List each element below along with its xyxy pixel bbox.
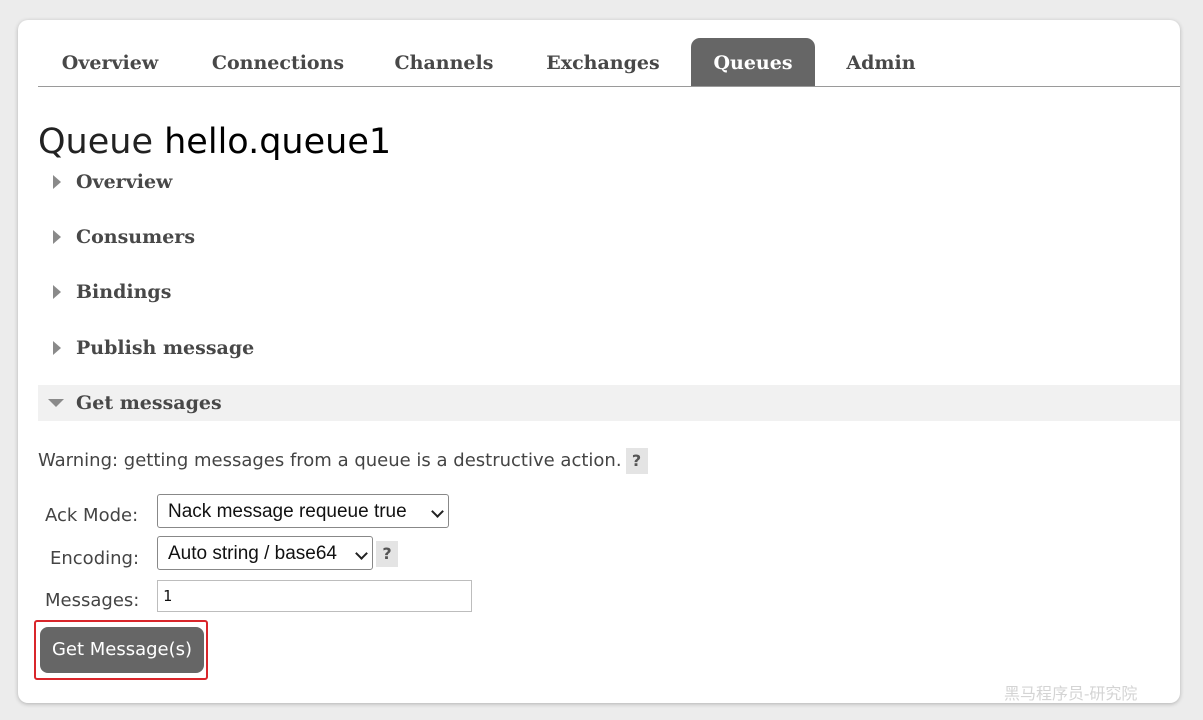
ack-mode-select[interactable]: Nack message requeue true	[157, 494, 449, 528]
screenshot-frame: Overview Connections Channels Exchanges …	[0, 0, 1203, 720]
encoding-label: Encoding:	[50, 548, 140, 569]
help-icon[interactable]: ?	[376, 541, 398, 567]
chevron-down-icon	[355, 547, 368, 560]
chevron-down-icon	[431, 505, 444, 518]
section-label: Overview	[76, 171, 173, 193]
warning-text: Warning: getting messages from a queue i…	[38, 450, 622, 471]
triangle-right-icon	[53, 341, 61, 355]
section-overview[interactable]: Overview	[38, 164, 1180, 200]
ack-mode-label: Ack Mode:	[45, 505, 139, 526]
page-title: Queue hello.queue1	[38, 119, 391, 165]
ack-mode-value: Nack message requeue true	[168, 501, 407, 522]
tab-overview[interactable]: Overview	[38, 38, 182, 86]
get-messages-button[interactable]: Get Message(s)	[40, 627, 204, 673]
tab-connections[interactable]: Connections	[198, 38, 358, 86]
section-publish-message[interactable]: Publish message	[38, 330, 1180, 366]
encoding-select[interactable]: Auto string / base64	[157, 536, 373, 570]
triangle-right-icon	[53, 285, 61, 299]
tab-queues[interactable]: Queues	[691, 38, 815, 86]
section-get-messages[interactable]: Get messages	[38, 385, 1180, 421]
section-label: Publish message	[76, 337, 255, 359]
section-label: Consumers	[76, 226, 196, 248]
page-title-prefix: Queue	[38, 122, 153, 162]
encoding-value: Auto string / base64	[168, 543, 337, 564]
help-icon[interactable]: ?	[625, 448, 648, 474]
section-bindings[interactable]: Bindings	[38, 274, 1180, 310]
triangle-right-icon	[53, 175, 61, 189]
triangle-down-icon	[48, 399, 64, 407]
queue-name: hello.queue1	[164, 122, 392, 162]
messages-label: Messages:	[45, 590, 140, 611]
tab-admin[interactable]: Admin	[828, 38, 934, 86]
main-panel: Overview Connections Channels Exchanges …	[18, 20, 1180, 703]
section-consumers[interactable]: Consumers	[38, 219, 1180, 255]
triangle-right-icon	[53, 230, 61, 244]
destructive-warning: Warning: getting messages from a queue i…	[38, 446, 648, 476]
section-label: Get messages	[76, 392, 222, 414]
tab-channels[interactable]: Channels	[378, 38, 510, 86]
section-label: Bindings	[76, 281, 172, 303]
tab-exchanges[interactable]: Exchanges	[530, 38, 676, 86]
watermark-text: 黑马程序员-研究院	[1004, 684, 1138, 703]
nav-tabs: Overview Connections Channels Exchanges …	[38, 38, 1180, 87]
messages-count-input[interactable]: 1	[157, 580, 472, 612]
